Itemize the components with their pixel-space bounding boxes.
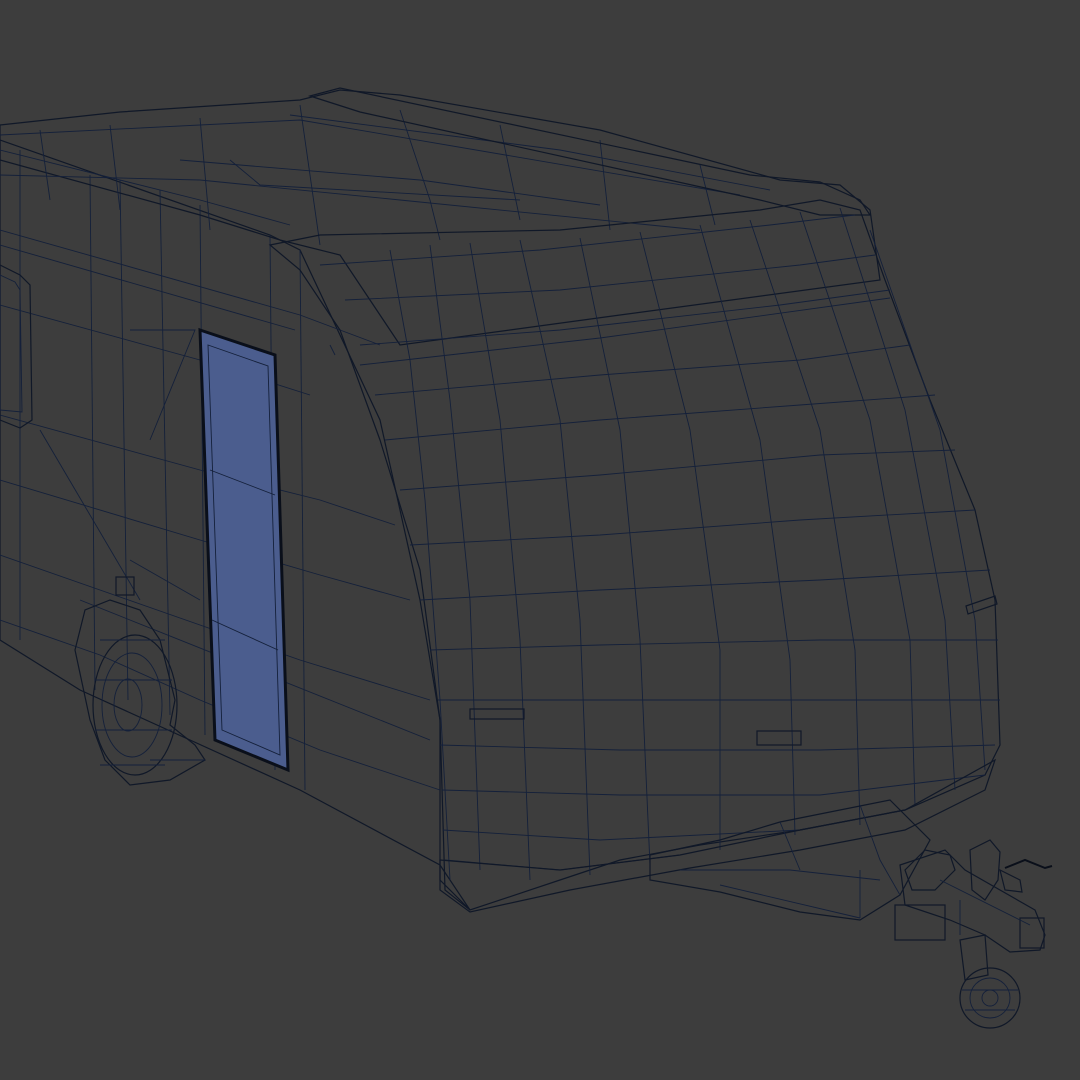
front-cap (268, 199, 1001, 911)
jockey-wheel (959, 934, 1021, 1029)
caravan-model (0, 87, 1053, 1029)
side-door (198, 327, 290, 773)
front-lamp-center (756, 730, 802, 746)
hitch-coupling (894, 839, 1053, 953)
front-lamp-left (469, 708, 525, 720)
3d-viewport[interactable] (0, 0, 1080, 1080)
roof (0, 87, 881, 346)
side-window (0, 264, 33, 429)
drawbar (649, 799, 931, 921)
